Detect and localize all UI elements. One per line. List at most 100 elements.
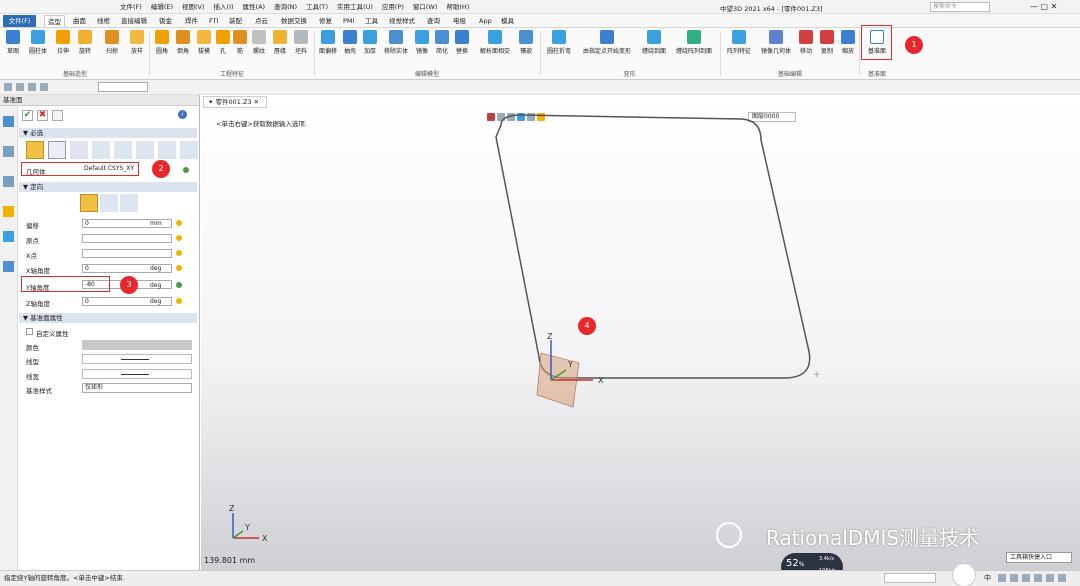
status-input[interactable] xyxy=(884,573,936,583)
ime-skin-icon[interactable] xyxy=(1034,574,1042,582)
tab-sheetmetal[interactable]: 钣金 xyxy=(156,15,175,27)
menu-edit[interactable]: 编辑(E) xyxy=(151,0,173,14)
model-canvas[interactable]: X Y Z + X Y Z xyxy=(201,95,1080,570)
sweep-button[interactable]: 扫掠 xyxy=(98,30,126,55)
menu-view[interactable]: 视图(V) xyxy=(182,0,205,14)
tab-direct-edit[interactable]: 直接编辑 xyxy=(118,15,150,27)
ime-punct-icon[interactable] xyxy=(998,574,1006,582)
mode-angle-icon[interactable] xyxy=(92,141,110,159)
menu-insert[interactable]: 插入(I) xyxy=(214,0,234,14)
mode-offset-icon[interactable] xyxy=(70,141,88,159)
move-button[interactable]: 移动 xyxy=(797,30,815,55)
assembly-icon[interactable] xyxy=(3,146,14,157)
ime-keyboard-icon[interactable] xyxy=(1022,574,1030,582)
linetype-select[interactable] xyxy=(82,354,192,364)
ime-settings-icon[interactable] xyxy=(1058,574,1066,582)
tab-fti[interactable]: FTI xyxy=(206,15,222,27)
y-angle-option-icon[interactable] xyxy=(176,282,182,288)
apply-button[interactable] xyxy=(52,110,63,121)
x-angle-option-icon[interactable] xyxy=(176,265,182,271)
loft-button[interactable]: 放样 xyxy=(128,30,146,55)
face-offset-button[interactable]: 面偏移 xyxy=(317,30,339,55)
tab-file[interactable]: 文件(F) xyxy=(3,15,36,27)
filter-select[interactable] xyxy=(98,82,148,92)
origin-option-icon[interactable] xyxy=(176,235,182,241)
tab-assembly[interactable]: 装配 xyxy=(226,15,245,27)
tab-pointcloud[interactable]: 点云 xyxy=(252,15,271,27)
linewidth-select[interactable] xyxy=(82,369,192,379)
section-properties[interactable]: ▼ 基准面属性 xyxy=(19,313,197,323)
mode-normal-icon[interactable] xyxy=(180,141,198,159)
sketch-profile[interactable] xyxy=(495,114,811,379)
revolve-button[interactable]: 旋转 xyxy=(76,30,94,55)
mode-view-icon[interactable] xyxy=(136,141,154,159)
filter-icon[interactable] xyxy=(4,83,12,91)
draft-button[interactable]: 拔模 xyxy=(195,30,213,55)
pattern-feature-button[interactable]: 阵列特征 xyxy=(723,30,755,55)
wrap-to-face-button[interactable]: 缠绕到面 xyxy=(639,30,669,55)
remove-solid-button[interactable]: 移除实体 xyxy=(381,30,411,55)
tab-surface[interactable]: 曲面 xyxy=(70,15,89,27)
geometry-pick-icon[interactable] xyxy=(183,167,189,173)
tab-app[interactable]: App xyxy=(476,15,495,27)
menu-tools[interactable]: 工具(T) xyxy=(306,0,328,14)
orient-auto-icon[interactable] xyxy=(80,194,98,212)
history-icon[interactable] xyxy=(3,116,14,127)
sketch-button[interactable]: 草图 xyxy=(4,30,22,55)
scale-button[interactable]: 缩放 xyxy=(839,30,857,55)
mode-tangent-icon[interactable] xyxy=(158,141,176,159)
user-icon[interactable] xyxy=(3,261,14,272)
extrude-button[interactable]: 拉伸 xyxy=(54,30,72,55)
view-icon[interactable] xyxy=(3,206,14,217)
window-controls[interactable]: — ▢ ✕ xyxy=(1030,2,1057,12)
simplify-button[interactable]: 简化 xyxy=(433,30,451,55)
menu-apply[interactable]: 应用(P) xyxy=(382,0,404,14)
cancel-button[interactable]: ✖ xyxy=(37,110,48,121)
menu-attribute[interactable]: 属性(A) xyxy=(243,0,266,14)
stock-button[interactable]: 坯料 xyxy=(292,30,310,55)
wrap-pattern-button[interactable]: 缠绕阵列到面 xyxy=(672,30,716,55)
search-input[interactable]: 搜索命令 xyxy=(930,2,990,12)
render-icon[interactable] xyxy=(3,231,14,242)
mode-curve-icon[interactable] xyxy=(114,141,132,159)
z-angle-option-icon[interactable] xyxy=(176,298,182,304)
grid-icon[interactable] xyxy=(40,83,48,91)
cylinder-button[interactable]: 圆柱体 xyxy=(26,30,50,55)
orient-x-icon[interactable] xyxy=(100,194,118,212)
tab-pmi[interactable]: PMI xyxy=(340,15,357,27)
offset-option-icon[interactable] xyxy=(176,220,182,226)
color-swatch[interactable] xyxy=(82,340,192,350)
origin-input[interactable] xyxy=(82,234,172,243)
thread-button[interactable]: 螺纹 xyxy=(250,30,268,55)
menu-help[interactable]: 帮助(H) xyxy=(446,0,469,14)
section-orientation[interactable]: ▼ 定向 xyxy=(19,182,197,192)
hole-button[interactable]: 孔 xyxy=(216,30,230,55)
replace-button[interactable]: 替换 xyxy=(453,30,471,55)
toolbox-entry[interactable]: 工具箱快捷入口 xyxy=(1006,552,1072,563)
tab-data-exchange[interactable]: 数据交换 xyxy=(278,15,310,27)
tab-weldment[interactable]: 焊件 xyxy=(182,15,201,27)
custom-attr-checkbox[interactable] xyxy=(26,328,33,335)
menu-file[interactable]: 文件(F) xyxy=(120,0,142,14)
orient-y-icon[interactable] xyxy=(120,194,138,212)
layer-icon[interactable] xyxy=(3,176,14,187)
emboss-button[interactable]: 镶嵌 xyxy=(517,30,535,55)
snap-icon[interactable] xyxy=(28,83,36,91)
point-deform-button[interactable]: 由指定点开始变形 xyxy=(578,30,636,55)
analytic-intersect-button[interactable]: 解析面相交 xyxy=(475,30,515,55)
tab-visual-style[interactable]: 视觉样式 xyxy=(386,15,418,27)
copy-button[interactable]: 复制 xyxy=(818,30,836,55)
section-required[interactable]: ▼ 必选 xyxy=(19,128,197,138)
menu-query[interactable]: 查询(N) xyxy=(274,0,297,14)
tab-query[interactable]: 查询 xyxy=(424,15,443,27)
menu-utility[interactable]: 实用工具(U) xyxy=(337,0,373,14)
ime-mic-icon[interactable] xyxy=(1010,574,1018,582)
cylinder-bend-button[interactable]: 圆柱折弯 xyxy=(543,30,575,55)
shell-button[interactable]: 抽壳 xyxy=(341,30,359,55)
mode-three-point-icon[interactable] xyxy=(48,141,66,159)
x-point-input[interactable] xyxy=(82,249,172,258)
fillet-button[interactable]: 圆角 xyxy=(153,30,171,55)
tab-wireframe[interactable]: 线框 xyxy=(94,15,113,27)
ime-indicator[interactable]: 中 xyxy=(984,571,991,586)
style-select[interactable]: 仅矩形 xyxy=(82,383,192,393)
